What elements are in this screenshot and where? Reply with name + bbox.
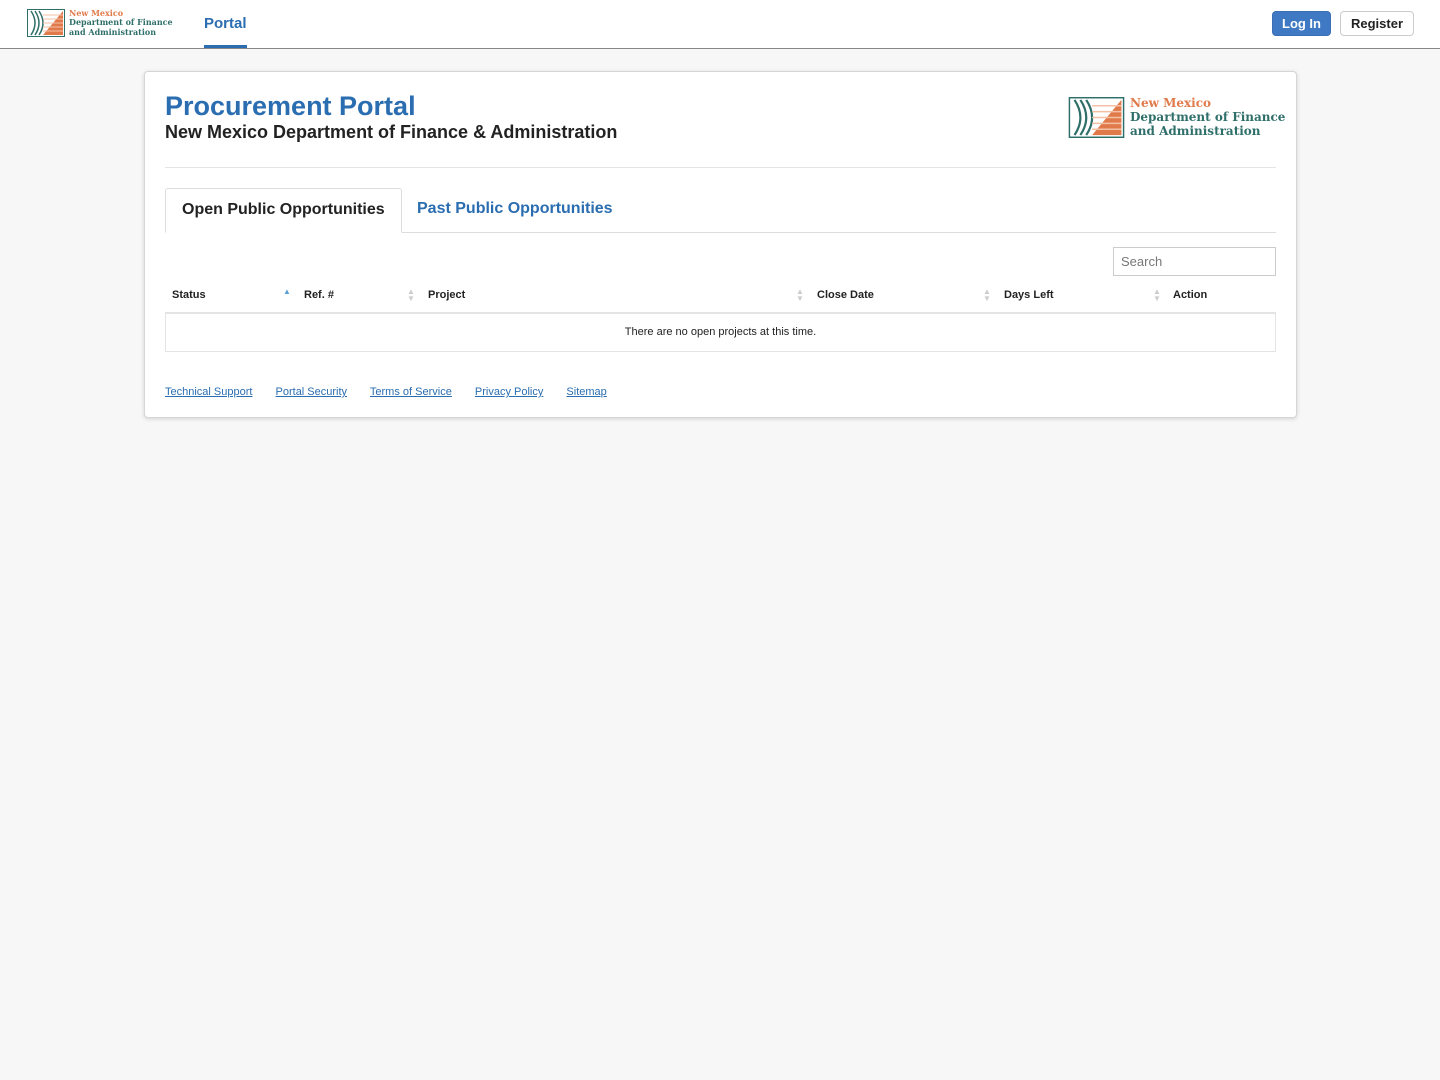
page-subtitle: New Mexico Department of Finance & Admin… bbox=[165, 122, 618, 142]
logo-line3: and Administration bbox=[1130, 123, 1261, 138]
column-header-days-left[interactable]: Days Left bbox=[1004, 289, 1054, 301]
link-privacy-policy[interactable]: Privacy Policy bbox=[475, 386, 543, 398]
link-technical-support[interactable]: Technical Support bbox=[165, 386, 252, 398]
register-button[interactable]: Register bbox=[1340, 11, 1414, 36]
empty-table-message: There are no open projects at this time. bbox=[165, 312, 1276, 352]
logo-emblem-icon bbox=[1068, 97, 1125, 139]
sort-icon[interactable]: ▲ ▼ bbox=[407, 288, 415, 303]
tab-past-opportunities[interactable]: Past Public Opportunities bbox=[401, 188, 629, 233]
logo-emblem-icon bbox=[27, 9, 65, 37]
link-sitemap[interactable]: Sitemap bbox=[566, 386, 606, 398]
link-terms-of-service[interactable]: Terms of Service bbox=[370, 386, 452, 398]
divider bbox=[165, 167, 1276, 168]
column-header-action: Action bbox=[1173, 289, 1208, 301]
portal-card: Procurement Portal New Mexico Department… bbox=[144, 71, 1297, 418]
logo-line3: and Administration bbox=[69, 26, 157, 37]
nav-portal[interactable]: Portal bbox=[204, 0, 247, 48]
search-input[interactable] bbox=[1113, 247, 1276, 276]
footer-links: Technical Support Portal Security Terms … bbox=[165, 386, 627, 398]
sort-icon[interactable]: ▲ ▼ bbox=[983, 288, 991, 303]
column-header-ref[interactable]: Ref. # bbox=[304, 289, 334, 301]
top-navbar: New Mexico Department of Finance and Adm… bbox=[0, 0, 1440, 49]
opportunity-tabs: Open Public Opportunities Past Public Op… bbox=[165, 188, 1276, 233]
sort-ascending-icon[interactable]: ▲ bbox=[283, 288, 291, 296]
logo-line2: Department of Finance bbox=[1130, 109, 1286, 124]
column-header-project[interactable]: Project bbox=[428, 289, 465, 301]
login-button[interactable]: Log In bbox=[1272, 11, 1331, 36]
column-header-status[interactable]: Status bbox=[172, 289, 206, 301]
sort-icon[interactable]: ▲ ▼ bbox=[1153, 288, 1161, 303]
nmdfa-logo-large: New Mexico Department of Finance and Adm… bbox=[1068, 96, 1286, 139]
column-header-close-date[interactable]: Close Date bbox=[817, 289, 874, 301]
logo-line1: New Mexico bbox=[1130, 96, 1212, 110]
page-title: Procurement Portal bbox=[165, 91, 416, 121]
sort-icon[interactable]: ▲ ▼ bbox=[796, 288, 804, 303]
link-portal-security[interactable]: Portal Security bbox=[276, 386, 348, 398]
tab-open-opportunities[interactable]: Open Public Opportunities bbox=[165, 188, 402, 233]
nmdfa-logo[interactable]: New Mexico Department of Finance and Adm… bbox=[27, 9, 173, 37]
